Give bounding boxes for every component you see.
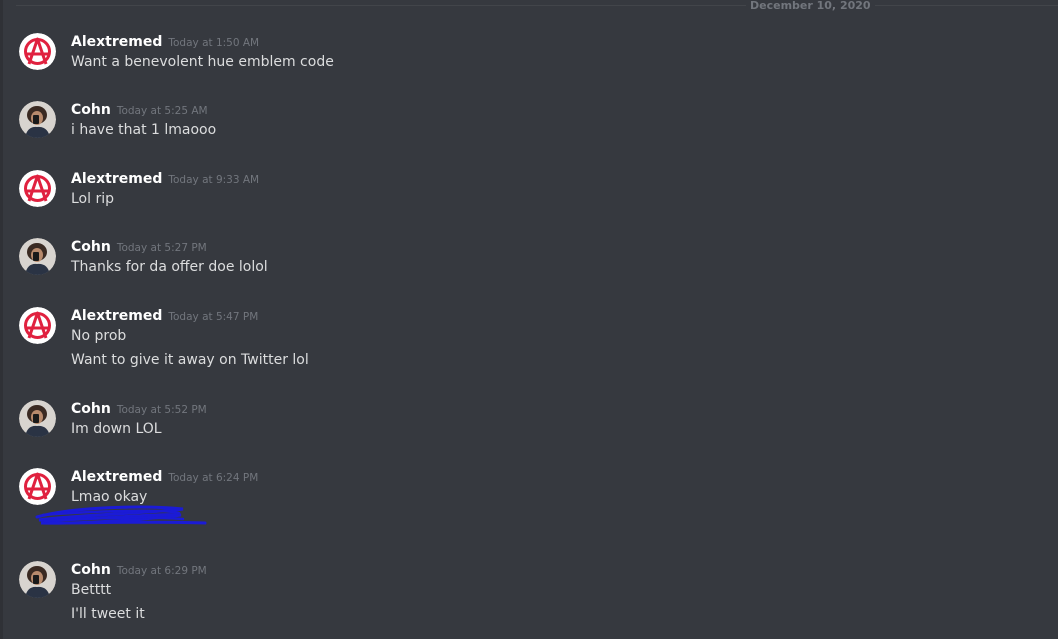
message-timestamp: Today at 6:29 PM (116, 565, 207, 577)
date-divider: December 10, 2020 (16, 0, 1058, 12)
author-name[interactable]: Cohn (71, 102, 111, 118)
redaction-scribble (35, 505, 207, 525)
author-name[interactable]: Alextremed (71, 171, 162, 187)
message-timestamp: Today at 6:24 PM (168, 472, 259, 484)
author-name[interactable]: Alextremed (71, 469, 162, 485)
message-timestamp: Today at 9:33 AM (168, 174, 260, 186)
selfie-avatar[interactable] (19, 238, 56, 275)
message-author[interactable]: Cohn Today at 5:27 PM (71, 238, 207, 257)
anarchy-icon[interactable] (19, 170, 56, 207)
message-author[interactable]: Alextremed Today at 6:24 PM (71, 468, 258, 487)
anarchy-icon[interactable] (19, 33, 56, 70)
message-author[interactable]: Alextremed Today at 5:47 PM (71, 307, 258, 326)
message-timestamp: Today at 5:27 PM (116, 242, 207, 254)
selfie-avatar[interactable] (19, 101, 56, 138)
message-text: i have that 1 lmaooo (71, 122, 217, 138)
message-author[interactable]: Cohn Today at 5:52 PM (71, 400, 207, 419)
message-text: I'll tweet it (71, 606, 145, 622)
message-text: Want a benevolent hue emblem code (71, 54, 334, 70)
message-author[interactable]: Alextremed Today at 9:33 AM (71, 170, 259, 189)
author-name[interactable]: Cohn (71, 562, 111, 578)
anarchy-icon[interactable] (19, 307, 56, 344)
message-timestamp: Today at 1:50 AM (168, 37, 260, 49)
author-name[interactable]: Alextremed (71, 308, 162, 324)
message-text: Betttt (71, 582, 112, 598)
message-author[interactable]: Alextremed Today at 1:50 AM (71, 33, 259, 52)
selfie-avatar[interactable] (19, 561, 56, 598)
message-timestamp: Today at 5:47 PM (168, 311, 259, 323)
message-author[interactable]: Cohn Today at 5:25 AM (71, 101, 208, 120)
date-divider-label: December 10, 2020 (746, 0, 875, 12)
author-name[interactable]: Cohn (71, 239, 111, 255)
message-text: Im down LOL (71, 421, 162, 437)
message-text: Thanks for da offer doe lolol (71, 259, 268, 275)
message-timestamp: Today at 5:52 PM (116, 404, 207, 416)
message-timestamp: Today at 5:25 AM (116, 105, 208, 117)
message-text: Lol rip (71, 191, 114, 207)
message-author[interactable]: Cohn Today at 6:29 PM (71, 561, 207, 580)
message-text: Want to give it away on Twitter lol (71, 352, 309, 368)
author-name[interactable]: Cohn (71, 401, 111, 417)
message-text: No prob (71, 328, 127, 344)
left-edge (0, 0, 3, 639)
selfie-avatar[interactable] (19, 400, 56, 437)
anarchy-icon[interactable] (19, 468, 56, 505)
chat-message-list: December 10, 2020 Alextremed Today at 1:5… (0, 0, 1058, 639)
author-name[interactable]: Alextremed (71, 34, 162, 50)
